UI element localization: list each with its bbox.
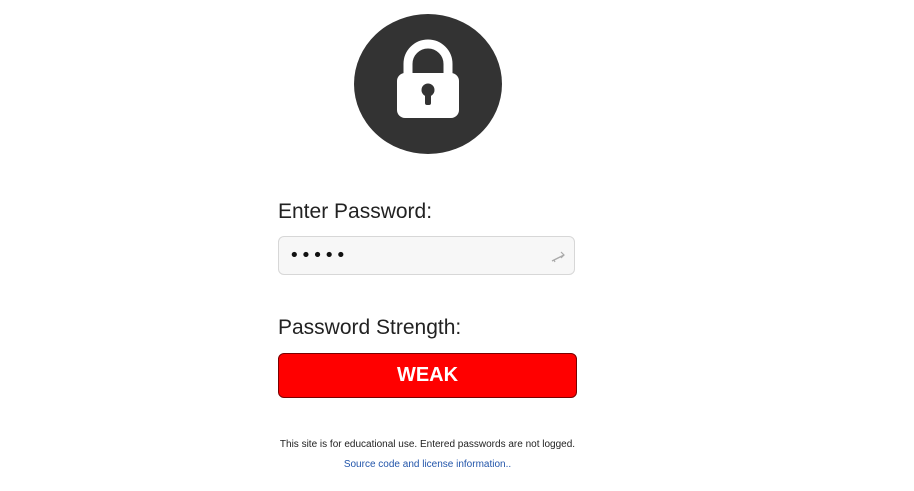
key-icon[interactable] [550, 248, 566, 264]
strength-label: Password Strength: [278, 316, 462, 339]
strength-indicator: WEAK [278, 353, 577, 398]
strength-value: WEAK [396, 364, 459, 386]
password-label: Enter Password: [278, 200, 433, 223]
disclaimer-text: This site is for educational use. Entere… [279, 439, 576, 450]
lock-icon [397, 39, 459, 118]
password-field[interactable] [278, 236, 575, 275]
source-code-link[interactable]: Source code and license information.. [278, 459, 577, 470]
password-input[interactable] [289, 237, 539, 274]
lock-badge [354, 14, 502, 154]
